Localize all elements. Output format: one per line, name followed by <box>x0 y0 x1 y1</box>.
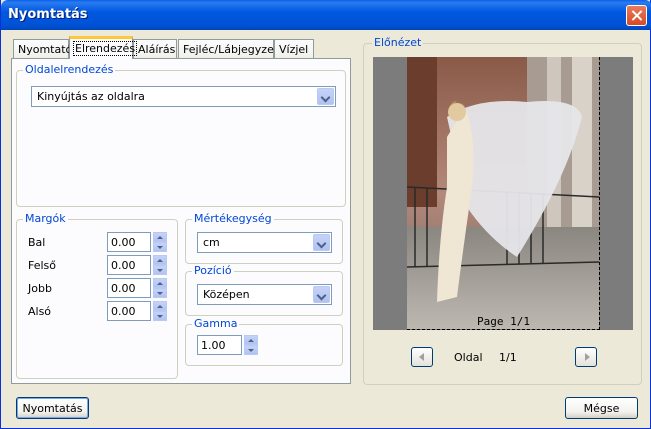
tab-label: Fejléc/Lábjegyzet <box>183 43 279 56</box>
unit-group: Mértékegység cm <box>185 212 343 264</box>
spin-down-icon[interactable] <box>153 265 167 275</box>
position-group: Pozíció Középen <box>185 264 343 316</box>
tab-label: Elrendezés <box>72 41 138 56</box>
page-count: 1/1 <box>499 351 517 364</box>
tab-vizjel[interactable]: Vízjel <box>274 39 314 58</box>
preview-page-overlay: Page 1/1 <box>477 315 530 328</box>
margin-bottom-input[interactable]: 0.00 <box>107 301 151 321</box>
tab-panel-elrendezes: Oldalelrendezés Kinyújtás az oldalra Mar… <box>11 58 351 384</box>
position-value: Középen <box>203 288 250 301</box>
gamma-label: Gamma <box>192 317 240 330</box>
spin-down-icon[interactable] <box>244 345 258 355</box>
tab-fejlec-labjegyzet[interactable]: Fejléc/Lábjegyzet <box>178 39 278 58</box>
prev-page-button[interactable] <box>411 347 433 367</box>
next-page-button[interactable] <box>575 347 597 367</box>
preview-page: Page 1/1 <box>407 57 600 330</box>
spin-up-icon[interactable] <box>153 278 167 288</box>
tab-elrendezes[interactable]: Elrendezés <box>69 36 138 59</box>
page-layout-value: Kinyújtás az oldalra <box>37 90 145 103</box>
margin-top-input[interactable]: 0.00 <box>107 255 151 275</box>
gamma-spinner[interactable] <box>244 335 258 355</box>
spin-down-icon[interactable] <box>153 288 167 298</box>
chevron-down-icon[interactable] <box>313 286 330 303</box>
position-select[interactable]: Középen <box>197 284 332 305</box>
margin-right-label: Jobb <box>28 282 52 295</box>
spin-up-icon[interactable] <box>244 335 258 345</box>
tab-nyomtato[interactable]: Nyomtató <box>13 39 73 58</box>
tab-label: Aláírás <box>138 43 176 56</box>
margin-left-input[interactable]: 0.00 <box>107 232 151 252</box>
cancel-button[interactable]: Mégse <box>565 397 638 419</box>
spin-down-icon[interactable] <box>153 311 167 321</box>
page-layout-select[interactable]: Kinyújtás az oldalra <box>31 86 336 107</box>
margin-right-spinner[interactable] <box>153 278 167 298</box>
preview-label: Előnézet <box>372 36 424 49</box>
page-layout-label: Oldalelrendezés <box>23 63 116 76</box>
margin-bottom-spinner[interactable] <box>153 301 167 321</box>
title-bar: Nyomtatás <box>1 0 651 30</box>
spin-up-icon[interactable] <box>153 255 167 265</box>
margin-right-input[interactable]: 0.00 <box>107 278 151 298</box>
spin-up-icon[interactable] <box>153 232 167 242</box>
gamma-group: Gamma 1.00 <box>185 317 343 366</box>
margin-left-label: Bal <box>28 236 46 249</box>
margin-top-spinner[interactable] <box>153 255 167 275</box>
position-label: Pozíció <box>192 264 234 277</box>
close-icon[interactable] <box>626 5 647 26</box>
page-layout-group: Oldalelrendezés Kinyújtás az oldalra <box>16 63 346 207</box>
spin-down-icon[interactable] <box>153 242 167 252</box>
preview-photo <box>407 57 599 329</box>
print-dialog: Nyomtatás Nyomtató Elrendezés Aláírás Fe… <box>0 0 651 429</box>
margin-left-spinner[interactable] <box>153 232 167 252</box>
unit-value: cm <box>203 236 220 249</box>
tab-alairas[interactable]: Aláírás <box>133 39 177 58</box>
gamma-input[interactable]: 1.00 <box>197 335 242 355</box>
margin-bottom-label: Alsó <box>28 305 52 318</box>
print-button[interactable]: Nyomtatás <box>16 397 89 419</box>
chevron-down-icon[interactable] <box>313 234 330 251</box>
tab-label: Vízjel <box>279 43 309 56</box>
chevron-down-icon[interactable] <box>317 88 334 105</box>
page-label: Oldal <box>454 351 483 364</box>
tab-label: Nyomtató <box>18 43 73 56</box>
margins-group: Margók Bal 0.00 Felső 0.00 Jobb 0.00 Als… <box>16 212 178 379</box>
margin-top-label: Felső <box>28 259 57 272</box>
unit-select[interactable]: cm <box>197 232 332 253</box>
window-title: Nyomtatás <box>8 7 88 22</box>
spin-up-icon[interactable] <box>153 301 167 311</box>
margins-label: Margók <box>23 212 68 225</box>
unit-label: Mértékegység <box>192 212 274 225</box>
